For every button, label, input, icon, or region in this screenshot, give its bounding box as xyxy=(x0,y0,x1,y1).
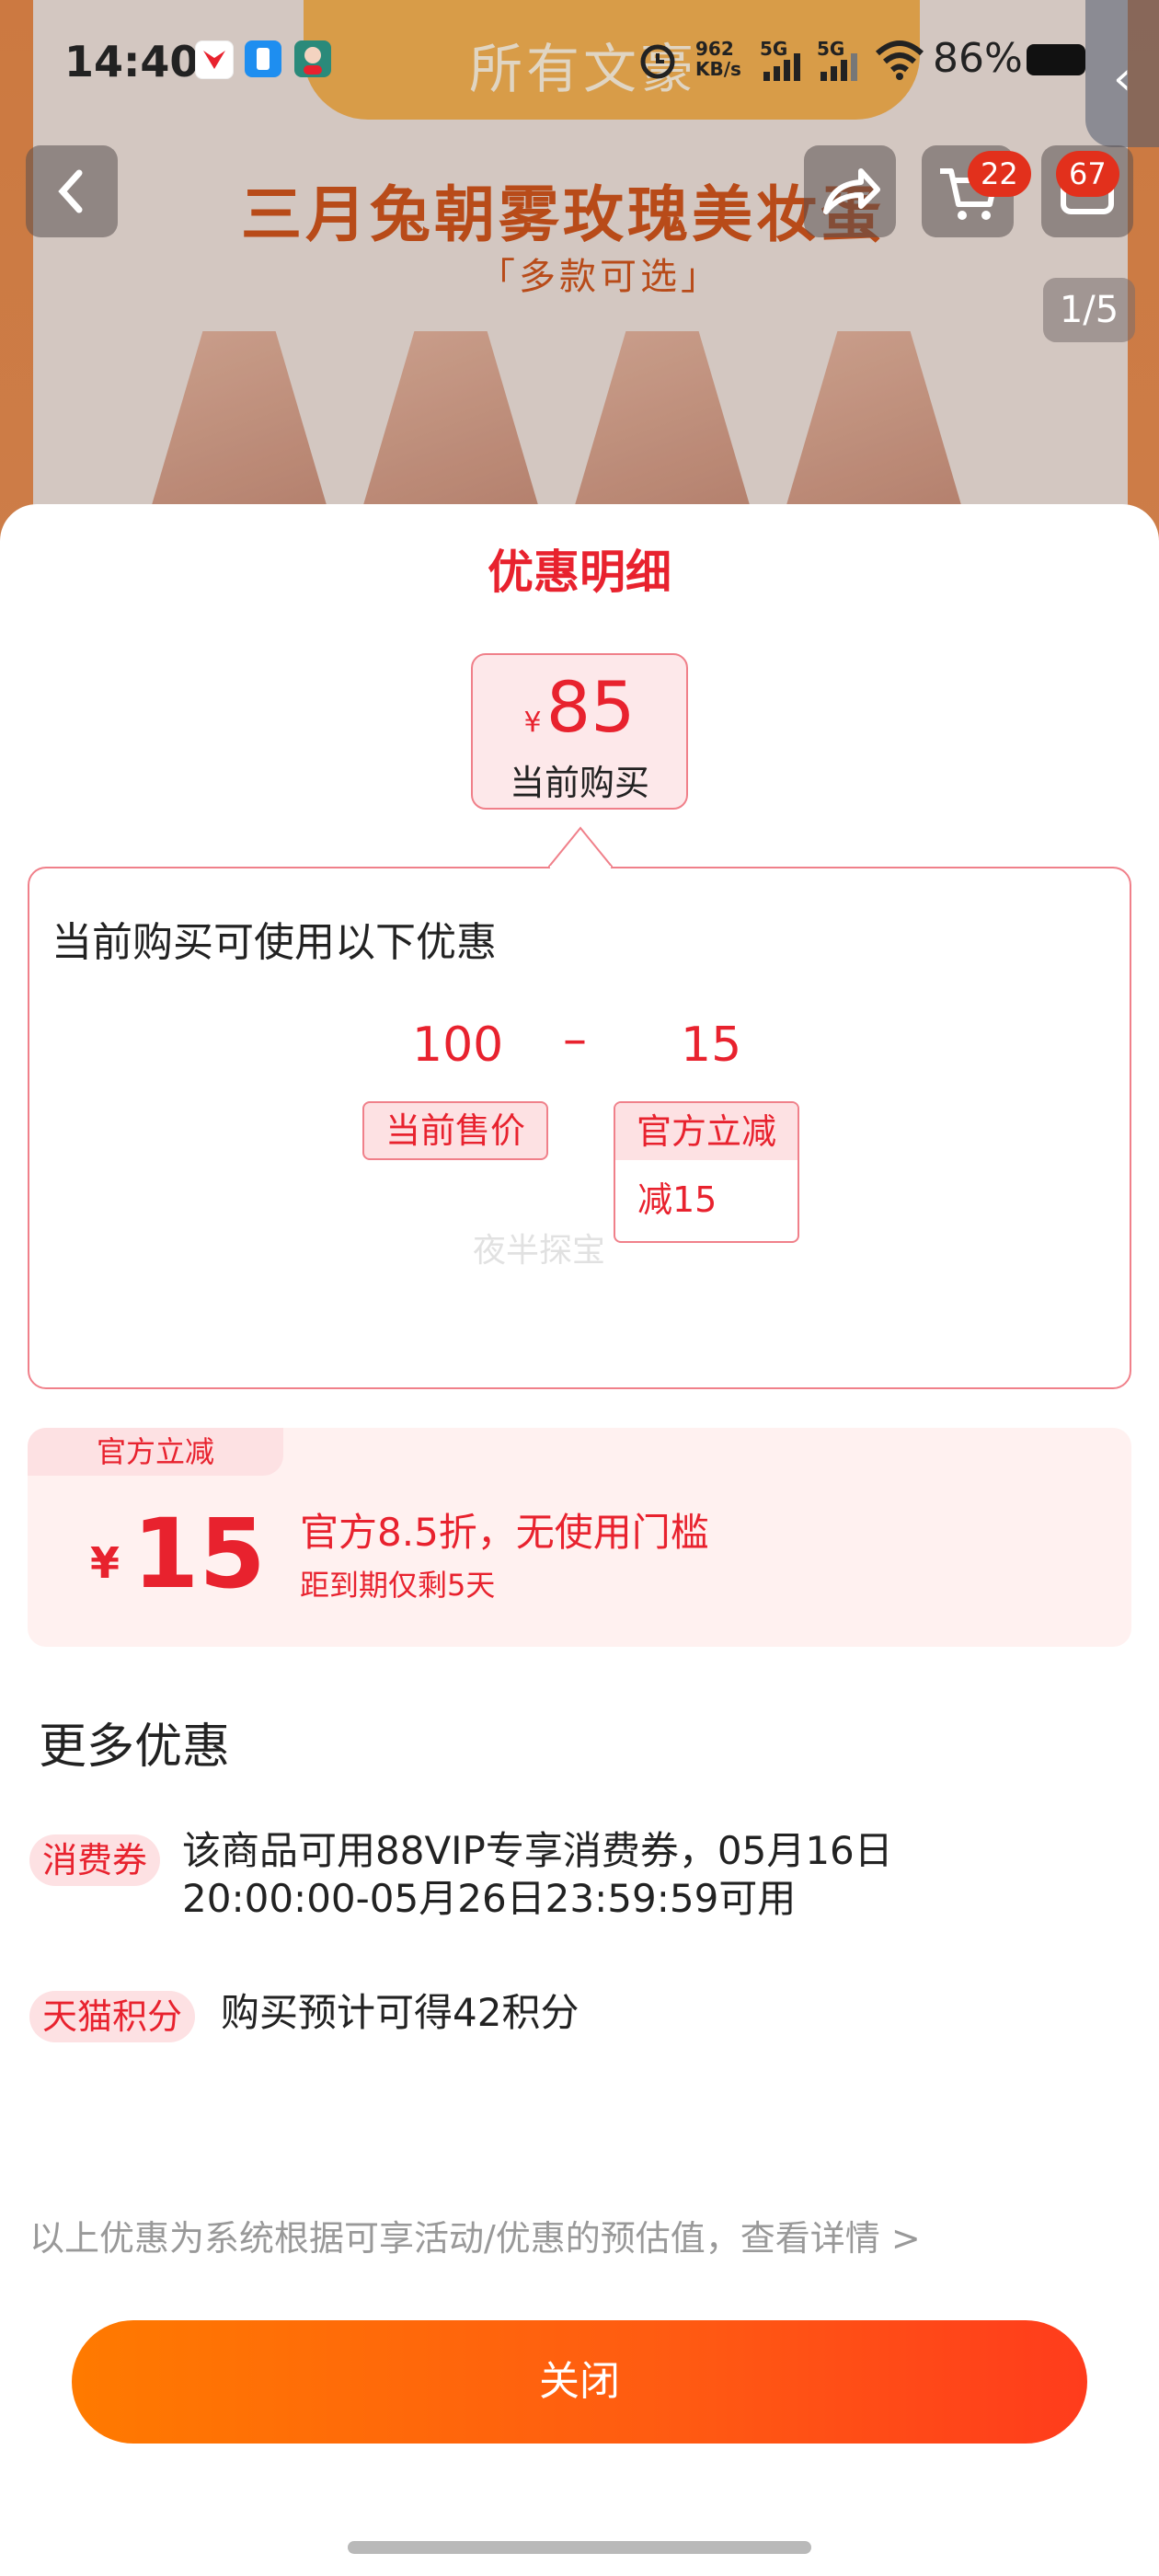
status-time: 14:40 xyxy=(64,37,200,86)
points-text: 购买预计可得42积分 xyxy=(221,1990,580,2035)
original-price-value: 100 xyxy=(412,1018,504,1073)
avatar-notification-icon xyxy=(294,40,331,77)
watermark-text: 夜半探宝 xyxy=(473,1232,606,1270)
close-button[interactable]: 关闭 xyxy=(72,2320,1087,2444)
official-discount-tab: 官方立减 xyxy=(28,1428,283,1476)
net-speed-value: 962 xyxy=(695,38,734,60)
signal-icon xyxy=(760,52,808,85)
current-price-amount: 85 xyxy=(545,666,636,748)
signal-icon xyxy=(817,52,865,85)
discount-tag-label: 官方立减 xyxy=(615,1103,798,1160)
coupon-tag: 消费券 xyxy=(29,1834,161,1886)
breakdown-heading: 当前购买可使用以下优惠 xyxy=(52,919,497,966)
coupon-text-line2: 20:00:00-05月26日23:59:59可用 xyxy=(182,1876,797,1921)
status-bar: 14:40 962 KB/s 5G 5G 86% xyxy=(0,0,1159,120)
callout-pointer xyxy=(548,826,613,868)
net-speed: 962 KB/s xyxy=(695,39,741,79)
minus-sign: – xyxy=(563,1012,587,1067)
promo-amount: 15 xyxy=(132,1498,266,1610)
app-notification-icon xyxy=(195,40,234,79)
home-indicator[interactable] xyxy=(348,2541,811,2554)
current-price-label: 当前购买 xyxy=(509,763,649,803)
discount-tag-detail: 减15 xyxy=(637,1179,717,1220)
share-button[interactable] xyxy=(804,145,896,237)
battery-percent: 86% xyxy=(933,35,1023,82)
current-price: ¥ 85 xyxy=(473,666,686,768)
wifi-icon xyxy=(874,39,925,85)
currency-symbol: ¥ xyxy=(523,707,542,739)
coupon-text-line1: 该商品可用88VIP专享消费券，05月16日 xyxy=(182,1828,893,1873)
coupon-text: 该商品可用88VIP专享消费券，05月16日 20:00:00-05月26日23… xyxy=(182,1827,893,1923)
original-price-tag: 当前售价 xyxy=(362,1101,548,1160)
net-speed-unit: KB/s xyxy=(695,58,741,80)
message-badge: 67 xyxy=(1056,151,1119,197)
promo-description: 官方8.5折，无使用门槛 xyxy=(300,1510,709,1555)
app-notification-icon xyxy=(245,40,281,77)
discount-value: 15 xyxy=(681,1018,742,1073)
battery-icon xyxy=(1027,44,1085,75)
cart-badge: 22 xyxy=(968,151,1031,197)
sheet-title: 优惠明细 xyxy=(488,546,671,599)
promo-currency: ¥ xyxy=(90,1538,120,1588)
more-offers-title: 更多优惠 xyxy=(39,1719,231,1775)
chevron-left-icon xyxy=(58,169,83,213)
share-icon xyxy=(823,168,880,214)
image-pager: 1/5 xyxy=(1043,278,1135,342)
back-button[interactable] xyxy=(26,145,118,237)
promo-expiry: 距到期仅剩5天 xyxy=(300,1568,496,1603)
points-tag: 天猫积分 xyxy=(29,1991,196,2042)
view-details-link[interactable]: 以上优惠为系统根据可享活动/优惠的预估值，查看详情 > xyxy=(29,2210,921,2260)
discount-tag: 官方立减 减15 xyxy=(614,1101,799,1243)
side-collapse-icon[interactable]: ‹ xyxy=(1085,0,1159,147)
current-price-box: ¥ 85 当前购买 xyxy=(471,653,688,810)
alarm-icon xyxy=(637,39,679,85)
